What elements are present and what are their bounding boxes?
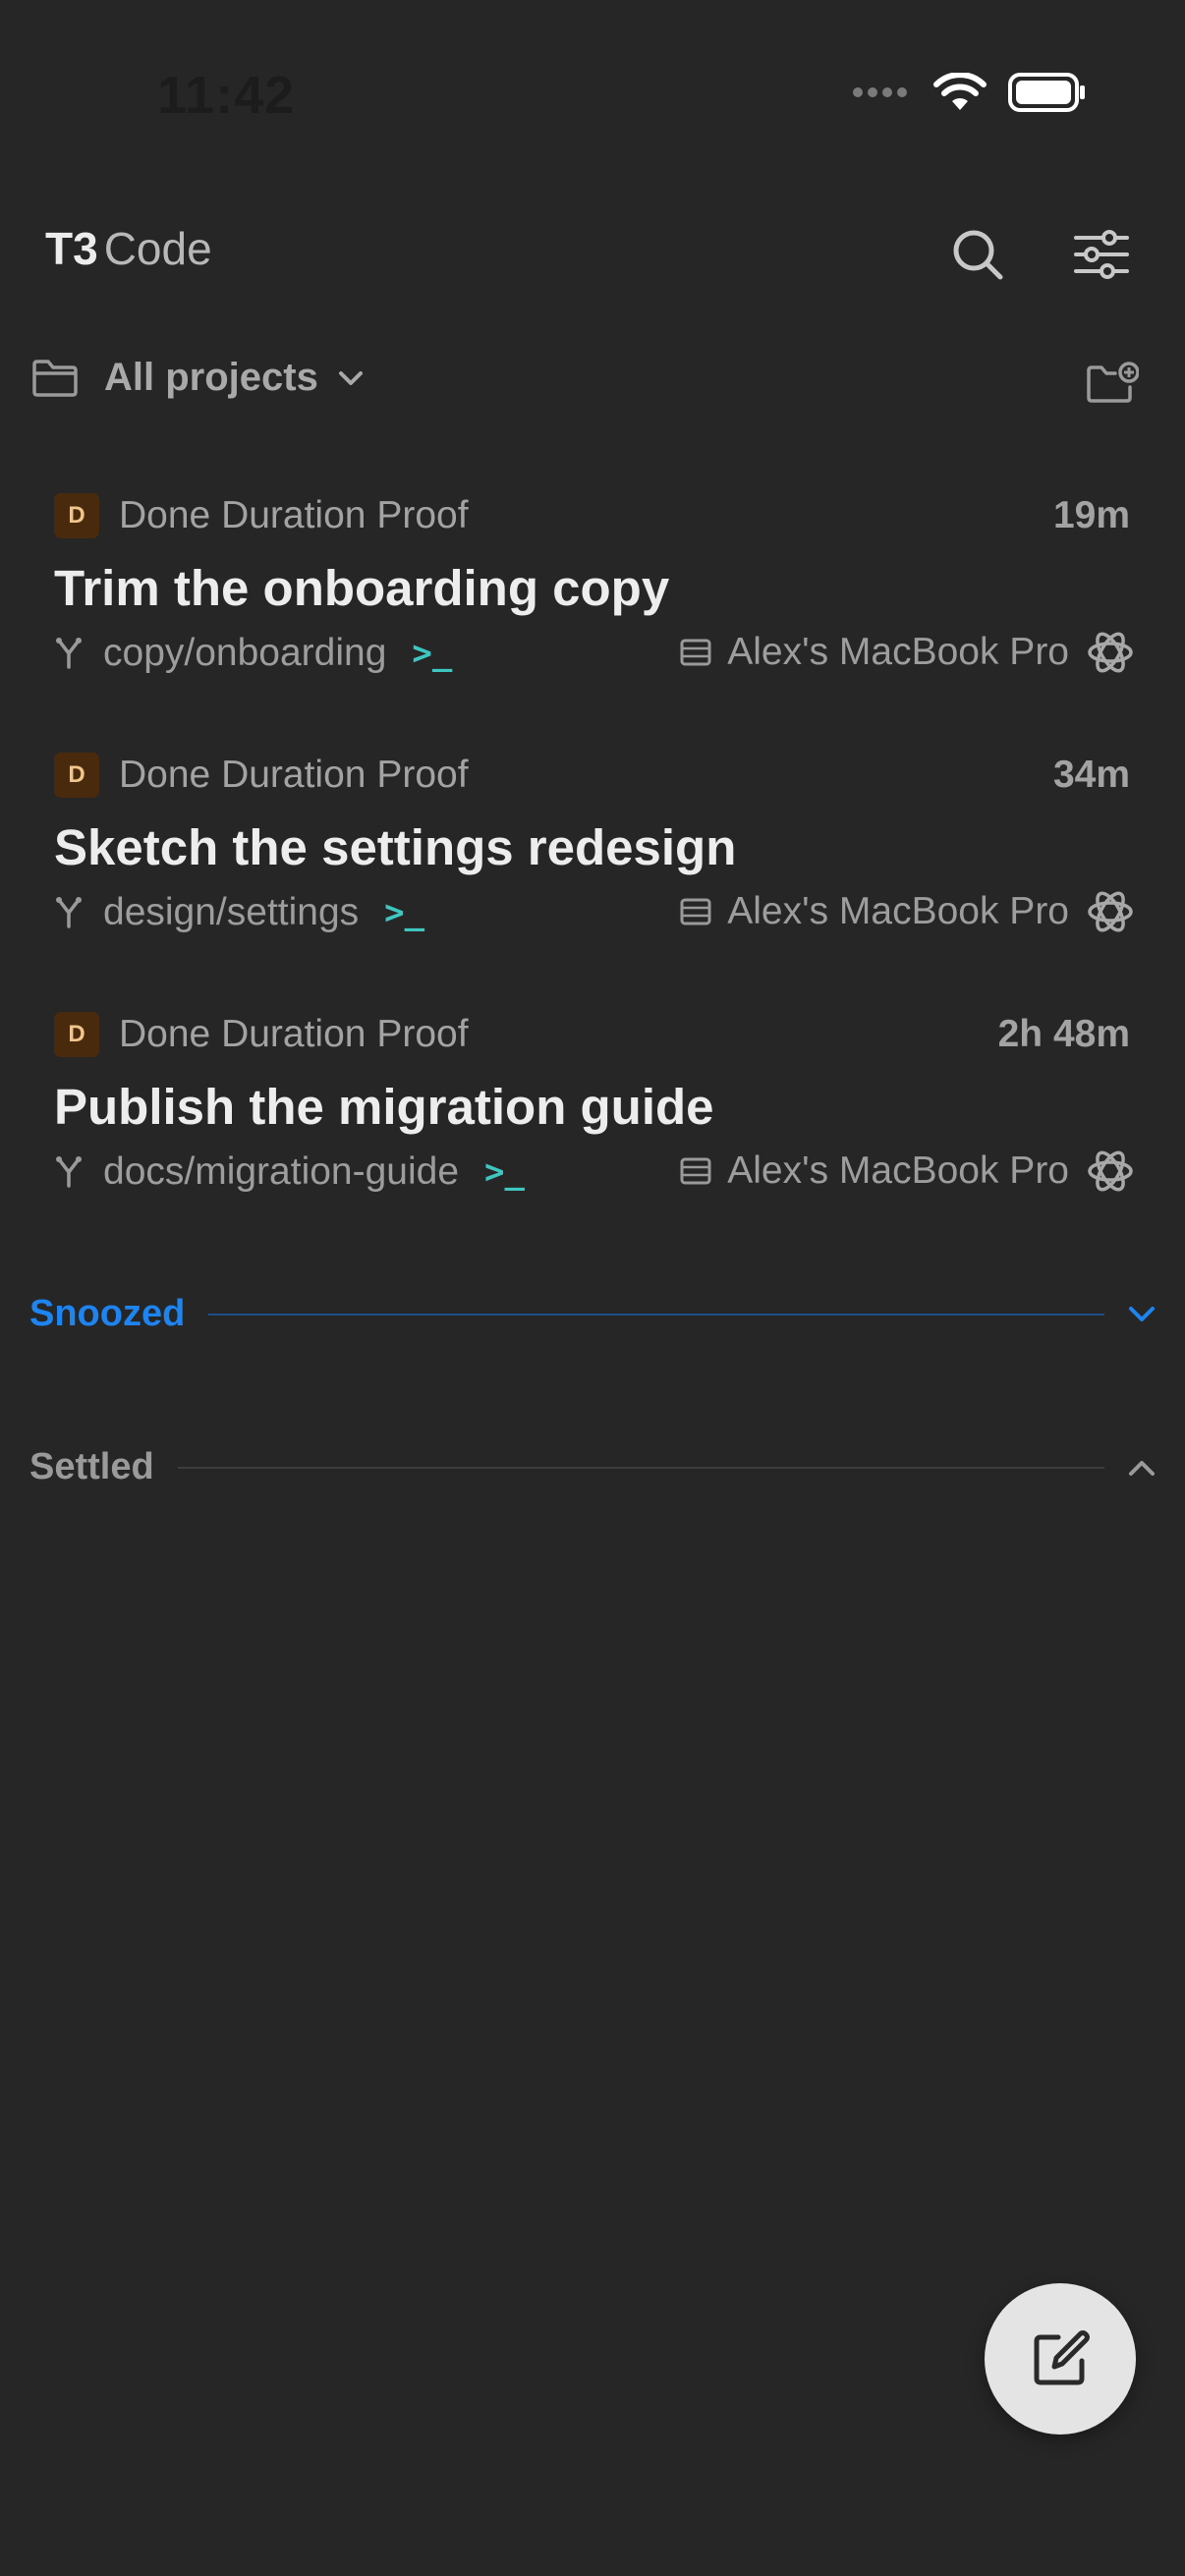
openai-logo-icon [1088,891,1133,932]
new-project-button[interactable] [1083,354,1142,413]
thread-duration: 34m [1052,754,1130,796]
thread-host-info: Alex's MacBook Pro [680,1146,1136,1197]
section-divider [208,1313,1104,1316]
section-divider [177,1466,1104,1469]
thread-title: Sketch the settings redesign [54,819,737,875]
filter-button[interactable] [1067,220,1136,289]
status-time: 11:42 [157,66,296,125]
thread-host: Alex's MacBook Pro [727,631,1069,673]
thread-duration: 19m [1052,494,1130,536]
thread-host: Alex's MacBook Pro [727,1149,1069,1192]
folder-icon [32,359,78,397]
compose-button[interactable] [985,2283,1136,2435]
chevron-up-icon [1129,1460,1155,1476]
thread-branch-info: docs/migration-guide >_ [54,1149,525,1195]
server-icon [680,1157,711,1185]
search-icon [953,230,1003,280]
server-icon [680,639,711,666]
thread-project-name: Done Duration Proof [119,754,469,796]
search-button[interactable] [943,220,1012,289]
thread-branch-info: copy/onboarding >_ [54,631,452,676]
thread-branch: docs/migration-guide [103,1150,460,1193]
openai-logo-icon [1088,632,1133,673]
status-icons [853,71,1087,114]
thread-branch: design/settings [103,891,360,933]
thread-item[interactable]: D Done Duration Proof 2h 48m Publish the… [0,986,1185,1232]
app-title-suffix: Code [103,223,212,274]
section-snoozed[interactable]: Snoozed [29,1293,1156,1335]
app-title: T3 Code [45,222,212,275]
thread-duration: 2h 48m [997,1013,1130,1055]
thread-title: Trim the onboarding copy [54,560,670,616]
compose-icon [1034,2330,1090,2385]
openai-logo-icon [1088,1150,1133,1192]
battery-icon [1008,73,1085,112]
git-branch-icon [56,1156,82,1188]
folder-plus-icon [1087,362,1139,403]
project-badge: D [54,493,99,538]
project-badge: D [54,753,99,798]
thread-item[interactable]: D Done Duration Proof 34m Sketch the set… [0,727,1185,973]
thread-branch-info: design/settings >_ [54,890,424,935]
terminal-icon: >_ [412,634,453,673]
project-filter[interactable]: All projects [31,356,364,400]
thread-branch: copy/onboarding [103,632,387,674]
git-branch-icon [56,897,82,928]
section-settled-label: Settled [29,1446,154,1487]
terminal-icon: >_ [384,893,425,932]
chevron-down-icon [1129,1306,1155,1321]
section-snoozed-label: Snoozed [29,1293,186,1334]
section-settled[interactable]: Settled [29,1446,1156,1488]
sliders-icon [1074,230,1129,279]
thread-item[interactable]: D Done Duration Proof 19m Trim the onboa… [0,468,1185,713]
thread-host: Alex's MacBook Pro [727,890,1069,932]
thread-project-name: Done Duration Proof [119,1013,469,1055]
thread-host-info: Alex's MacBook Pro [680,627,1136,678]
git-branch-icon [56,638,82,669]
thread-project-name: Done Duration Proof [119,494,469,536]
chevron-down-icon [338,370,363,385]
wifi-icon [933,73,987,110]
thread-title: Publish the migration guide [54,1079,714,1135]
project-badge: D [54,1012,99,1057]
app-title-brand: T3 [45,223,98,274]
signal-icon [853,87,907,97]
thread-host-info: Alex's MacBook Pro [680,886,1136,937]
project-filter-label: All projects [104,356,318,399]
server-icon [680,898,711,925]
terminal-icon: >_ [484,1152,525,1192]
